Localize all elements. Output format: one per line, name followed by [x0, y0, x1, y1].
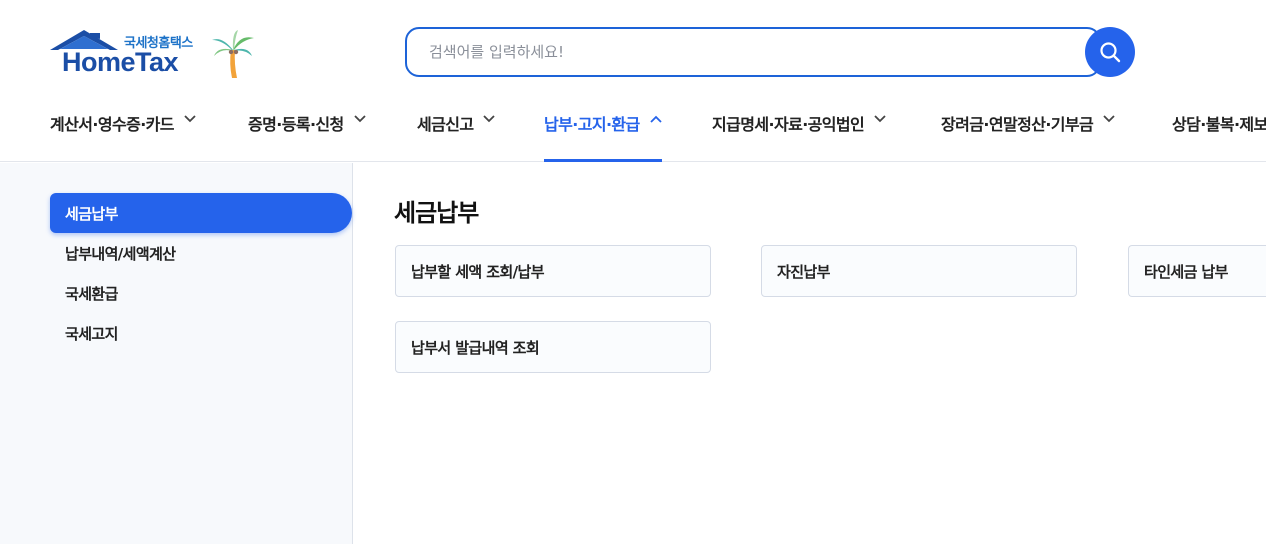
card-label: 납부할 세액 조회/납부	[411, 262, 545, 281]
chevron-down-icon	[874, 115, 886, 123]
sidebar-item-payment-history[interactable]: 납부내역/세액계산	[50, 233, 352, 273]
gnb-item-label: 세금신고	[417, 115, 474, 134]
gnb-item-incentives[interactable]: 장려금·연말정산·기부금	[941, 100, 1115, 162]
gnb-item-receipts[interactable]: 계산서·영수증·카드	[50, 100, 196, 162]
search-icon	[1100, 42, 1121, 63]
logo-title: HomeTax	[62, 47, 179, 77]
gnb-item-payment[interactable]: 납부·고지·환급	[544, 100, 662, 162]
gnb-item-label: 장려금·연말정산·기부금	[941, 115, 1094, 134]
main-content: 세금납부 납부할 세액 조회/납부 자진납부 타인세금 납부 납부서 발급내역 …	[353, 163, 1266, 544]
hometax-logo[interactable]: 국세청홈택스 HomeTax	[50, 28, 260, 83]
sidebar: 세금납부 납부내역/세액계산 국세환급 국세고지	[0, 163, 353, 544]
sidebar-item-label: 국세환급	[65, 284, 118, 303]
page-title: 세금납부	[394, 199, 479, 227]
gnb-item-consultation[interactable]: 상담·불복·제보	[1172, 100, 1266, 162]
card-label: 자진납부	[777, 262, 830, 281]
gnb-item-label: 계산서·영수증·카드	[50, 115, 175, 134]
gnb-item-label: 증명·등록·신청	[248, 115, 344, 134]
gnb-item-label: 지급명세·자료·공익법인	[712, 115, 865, 134]
gnb-item-label: 납부·고지·환급	[544, 115, 640, 134]
gnb-item-label: 상담·불복·제보	[1172, 115, 1266, 134]
chevron-down-icon	[184, 115, 196, 123]
card-label: 납부서 발급내역 조회	[411, 338, 540, 357]
site-header: 국세청홈택스 HomeTax 계산서·영수증·카드 증명·등록·신청 세금신고 …	[0, 0, 1266, 162]
sidebar-item-tax-notice[interactable]: 국세고지	[50, 313, 352, 353]
search-input[interactable]	[405, 27, 1101, 77]
chevron-down-icon	[354, 115, 366, 123]
sidebar-item-label: 국세고지	[65, 324, 118, 343]
sidebar-item-tax-payment[interactable]: 세금납부	[50, 193, 352, 233]
search-button[interactable]	[1085, 27, 1135, 77]
gnb-item-statements[interactable]: 지급명세·자료·공익법인	[712, 100, 886, 162]
gnb-item-tax-filing[interactable]: 세금신고	[417, 100, 496, 162]
chevron-down-icon	[483, 115, 496, 123]
sidebar-item-label: 세금납부	[65, 204, 118, 223]
card-label: 타인세금 납부	[1144, 262, 1228, 281]
search-bar	[405, 27, 1135, 78]
chevron-up-icon	[650, 115, 662, 123]
card-self-payment[interactable]: 자진납부	[761, 245, 1077, 297]
palm-tree-icon	[212, 30, 254, 78]
card-third-party-payment[interactable]: 타인세금 납부	[1128, 245, 1266, 297]
card-payment-slip-history[interactable]: 납부서 발급내역 조회	[395, 321, 711, 373]
card-tax-inquiry-payment[interactable]: 납부할 세액 조회/납부	[395, 245, 711, 297]
chevron-down-icon	[1103, 115, 1115, 123]
sidebar-item-label: 납부내역/세액계산	[65, 244, 176, 263]
sidebar-item-tax-refund[interactable]: 국세환급	[50, 273, 352, 313]
gnb-item-certificates[interactable]: 증명·등록·신청	[248, 100, 366, 162]
main-navigation: 계산서·영수증·카드 증명·등록·신청 세금신고 납부·고지·환급 지급명세·자…	[0, 100, 1266, 162]
